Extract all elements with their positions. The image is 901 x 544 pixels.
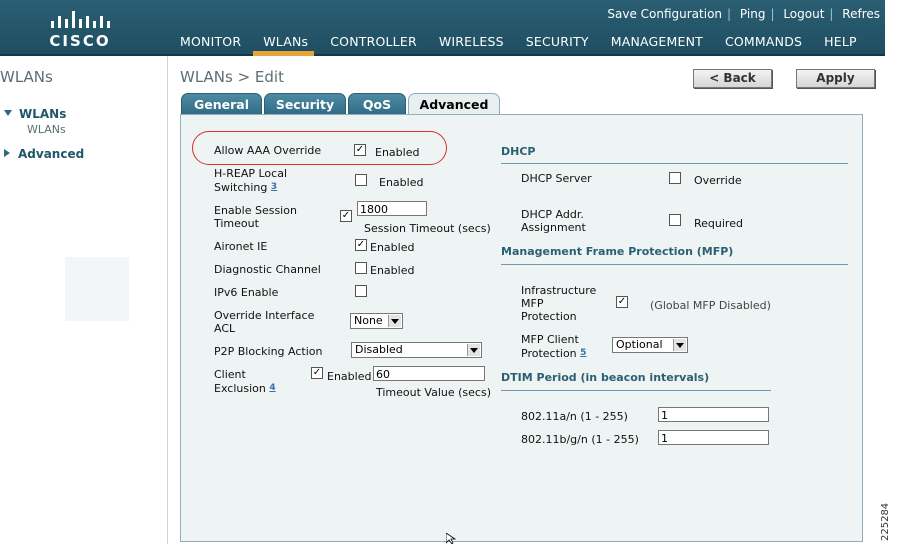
apply-button[interactable]: Apply	[796, 69, 875, 88]
chevron-down-icon	[388, 315, 401, 327]
dtim-section-title: DTIM Period (in beacon intervals)	[501, 371, 710, 384]
nav-security[interactable]: SECURITY	[526, 34, 589, 49]
session-timeout-input[interactable]: 1800	[357, 201, 427, 216]
cisco-logo: CISCO	[48, 8, 112, 50]
hreap-label-2: Switching 3	[214, 181, 278, 194]
session-timeout-label: Enable Session	[214, 204, 297, 217]
override-acl-label: Override Interface	[214, 309, 315, 322]
nav-wireless[interactable]: WIRELESS	[439, 34, 504, 49]
active-nav-indicator	[253, 51, 314, 56]
sidebar-decor	[65, 257, 129, 321]
sidebar-item-advanced[interactable]: Advanced	[4, 147, 84, 161]
dhcp-addr-label: DHCP Addr.	[521, 208, 584, 221]
page-title: WLANs > Edit	[180, 68, 284, 86]
hreap-tip-link[interactable]: 3	[271, 182, 277, 192]
dhcp-server-label: DHCP Server	[521, 172, 592, 185]
mfp-client-tip-link[interactable]: 5	[580, 348, 586, 358]
chevron-down-icon	[467, 344, 480, 356]
collapsed-triangle-icon	[4, 149, 10, 157]
chevron-down-icon	[673, 339, 686, 351]
diagnostic-channel-label: Diagnostic Channel	[214, 263, 321, 276]
dtim-a-label: 802.11a/n (1 - 255)	[521, 410, 628, 423]
mfp-client-select[interactable]: Optional	[612, 337, 688, 353]
nav-commands[interactable]: COMMANDS	[725, 34, 802, 49]
dhcp-section-title: DHCP	[501, 145, 536, 158]
sidebar-item-wlans[interactable]: WLANs	[4, 107, 66, 121]
client-exclusion-timeout-input[interactable]: 60	[373, 366, 485, 381]
dhcp-required-text: Required	[694, 217, 743, 230]
infra-mfp-label: Infrastructure	[521, 284, 597, 297]
client-exclusion-label-2: Exclusion 4	[214, 382, 276, 395]
diagnostic-channel-checkbox[interactable]	[355, 262, 367, 274]
client-exclusion-tip-link[interactable]: 4	[269, 383, 275, 393]
p2p-blocking-label: P2P Blocking Action	[214, 345, 323, 358]
sidebar-title: WLANs	[0, 68, 53, 86]
global-mfp-status: (Global MFP Disabled)	[650, 299, 771, 312]
aironet-checkbox[interactable]: ✓	[355, 239, 367, 251]
sidebar-item-label: Advanced	[18, 147, 85, 161]
refresh-link[interactable]: Refres	[837, 7, 885, 21]
hreap-enabled-text: Enabled	[379, 176, 424, 189]
ipv6-label: IPv6 Enable	[214, 286, 279, 299]
dhcp-server-checkbox[interactable]	[669, 172, 681, 184]
brand-name: CISCO	[49, 32, 111, 50]
dtim-a-input[interactable]: 1	[658, 407, 769, 422]
tab-general[interactable]: General	[181, 93, 262, 115]
back-button[interactable]: < Back	[693, 69, 772, 88]
cisco-bars-icon	[51, 11, 110, 28]
sidebar-item-label: WLANs	[19, 107, 67, 121]
nav-help[interactable]: HELP	[824, 34, 857, 49]
tab-security[interactable]: Security	[264, 93, 346, 115]
mfp-section-title: Management Frame Protection (MFP)	[501, 245, 734, 258]
client-exclusion-label: Client	[214, 368, 246, 381]
figure-id: 225284	[880, 502, 891, 541]
client-exclusion-checkbox[interactable]: ✓	[311, 367, 323, 379]
tab-advanced[interactable]: Advanced	[408, 93, 500, 116]
save-configuration-link[interactable]: Save Configuration	[602, 7, 727, 21]
client-exclusion-enabled-text: Enabled	[327, 370, 372, 383]
client-exclusion-units: Timeout Value (secs)	[376, 386, 491, 399]
highlight-ellipse	[192, 131, 447, 165]
session-timeout-checkbox[interactable]: ✓	[340, 210, 352, 222]
expanded-triangle-icon	[4, 110, 12, 116]
dhcp-divider	[501, 163, 848, 164]
nav-controller[interactable]: CONTROLLER	[330, 34, 417, 49]
override-acl-label-2: ACL	[214, 322, 236, 335]
infra-mfp-checkbox[interactable]: ✓	[616, 296, 628, 308]
nav-wlans[interactable]: WLANs	[263, 34, 308, 49]
main-nav: MONITOR WLANs CONTROLLER WIRELESS SECURI…	[180, 34, 875, 49]
aironet-enabled-text: Enabled	[370, 241, 415, 254]
nav-management[interactable]: MANAGEMENT	[611, 34, 703, 49]
dhcp-addr-label-2: Assignment	[521, 221, 586, 234]
mfp-client-label-2: Protection 5	[521, 347, 587, 360]
ipv6-checkbox[interactable]	[355, 285, 367, 297]
session-timeout-units: Session Timeout (secs)	[364, 222, 491, 235]
dtim-divider	[501, 390, 771, 391]
infra-mfp-label-3: Protection	[521, 310, 577, 323]
dhcp-override-text: Override	[694, 174, 742, 187]
hreap-label: H-REAP Local	[214, 167, 287, 180]
dtim-b-label: 802.11b/g/n (1 - 255)	[521, 433, 639, 446]
mfp-divider	[501, 264, 848, 265]
hreap-checkbox[interactable]	[355, 174, 367, 186]
aironet-label: Aironet IE	[214, 240, 268, 253]
sidebar-subitem-wlans[interactable]: WLANs	[27, 123, 66, 136]
nav-monitor[interactable]: MONITOR	[180, 34, 241, 49]
session-timeout-label-2: Timeout	[214, 217, 259, 230]
diagnostic-enabled-text: Enabled	[370, 264, 415, 277]
override-acl-select[interactable]: None	[350, 313, 403, 329]
dhcp-addr-checkbox[interactable]	[669, 214, 681, 226]
utility-links: Save Configuration | Ping | Logout | Refres	[602, 7, 885, 21]
sidebar: WLANs WLANs WLANs Advanced	[0, 56, 168, 544]
mfp-client-label: MFP Client	[521, 333, 579, 346]
tab-qos[interactable]: QoS	[348, 93, 406, 115]
infra-mfp-label-2: MFP	[521, 297, 544, 310]
mouse-cursor-icon	[446, 533, 456, 544]
p2p-blocking-select[interactable]: Disabled	[351, 342, 482, 358]
ping-link[interactable]: Ping	[735, 7, 771, 21]
top-header: CISCO Save Configuration | Ping | Logout | …	[0, 0, 885, 56]
dtim-b-input[interactable]: 1	[658, 430, 769, 445]
logout-link[interactable]: Logout	[778, 7, 829, 21]
